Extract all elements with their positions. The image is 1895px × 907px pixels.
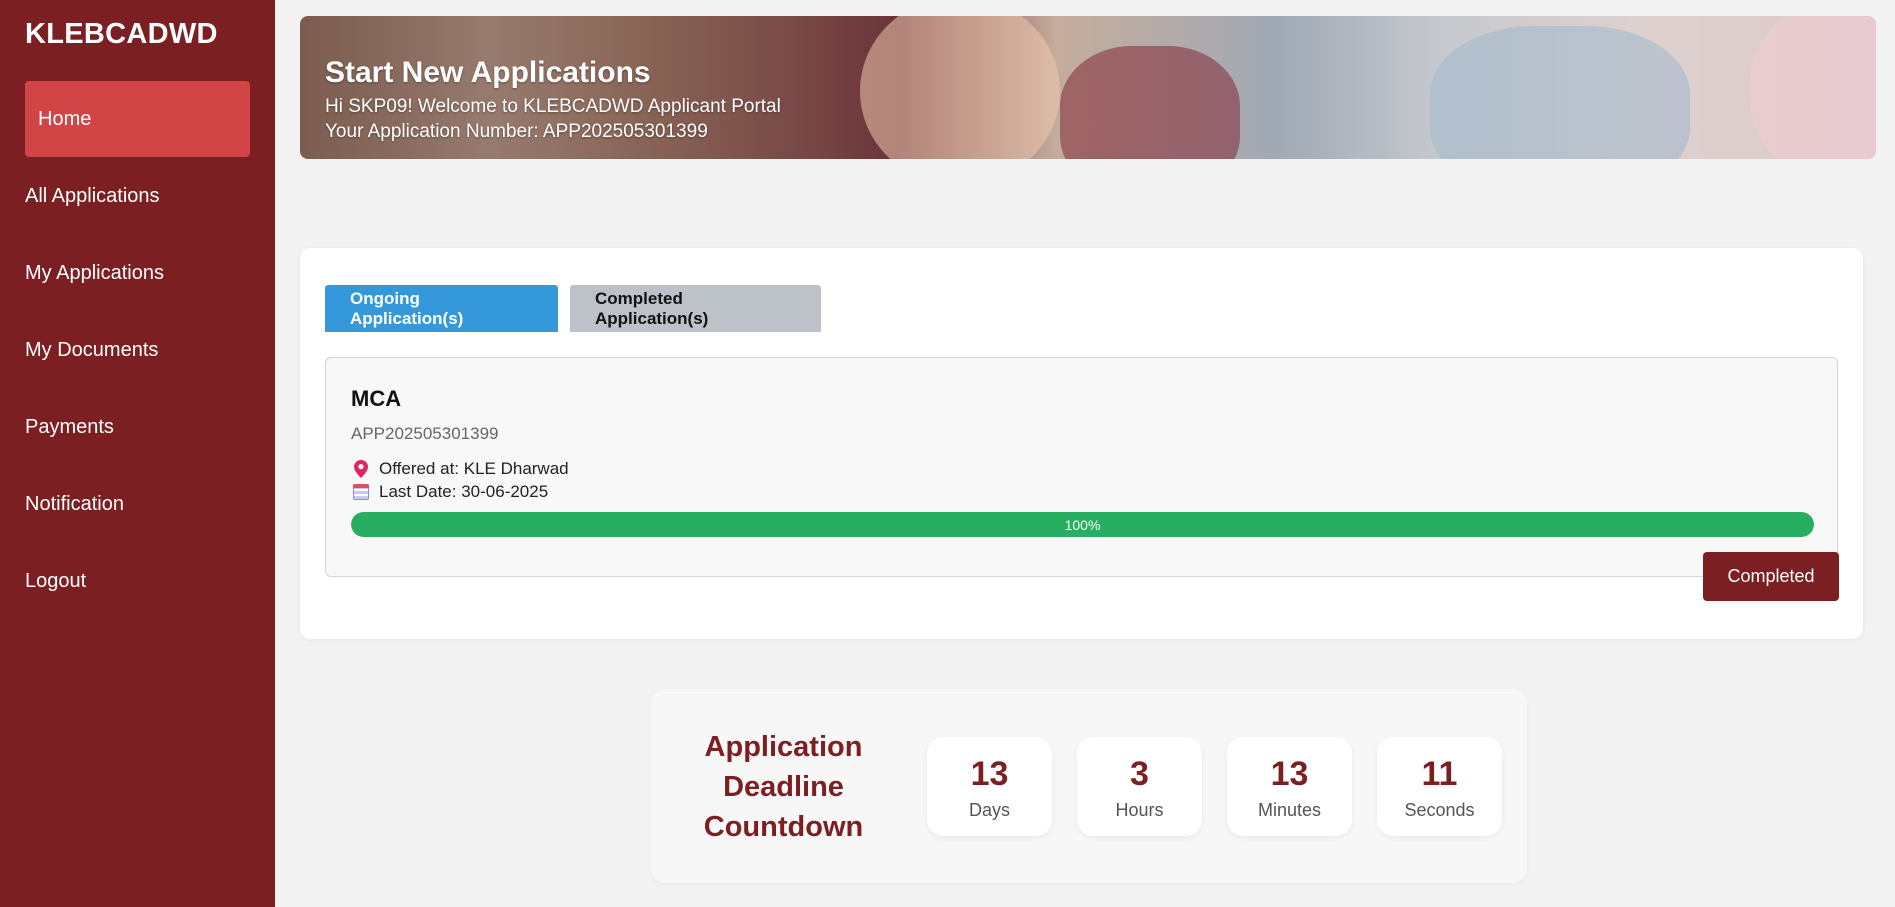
banner-text: Start New Applications Hi SKP09! Welcome… xyxy=(325,56,781,144)
application-tabs: Ongoing Application(s) Completed Applica… xyxy=(325,285,821,332)
sidebar-item-notification[interactable]: Notification xyxy=(25,466,250,542)
offered-at-text: Offered at: KLE Dharwad xyxy=(379,459,569,478)
calendar-icon xyxy=(351,484,371,500)
sidebar-item-all-applications[interactable]: All Applications xyxy=(25,158,250,234)
welcome-message: Hi SKP09! Welcome to KLEBCADWD Applicant… xyxy=(325,96,781,117)
sidebar-item-payments[interactable]: Payments xyxy=(25,389,250,465)
progress-label: 100% xyxy=(1064,516,1101,533)
application-program-name: MCA xyxy=(351,386,402,411)
countdown-hours-label: Hours xyxy=(1115,800,1164,820)
pin-icon xyxy=(351,460,371,478)
countdown-title: Application Deadline Countdown xyxy=(703,731,864,843)
countdown-seconds: 11 Seconds xyxy=(1377,737,1502,836)
application-progress-bar: 100% xyxy=(351,512,1814,537)
banner-photo-shape xyxy=(1430,26,1690,159)
last-date-text: Last Date: 30-06-2025 xyxy=(379,482,549,501)
tab-ongoing-applications[interactable]: Ongoing Application(s) xyxy=(325,285,558,332)
last-date-row: Last Date: 30-06-2025 xyxy=(351,482,548,502)
applications-card: Ongoing Application(s) Completed Applica… xyxy=(300,248,1863,639)
countdown-days: 13 Days xyxy=(927,737,1052,836)
brand-logo-text: KLEBCADWD xyxy=(25,18,218,50)
countdown-seconds-value: 11 xyxy=(1421,755,1458,793)
tab-completed-applications[interactable]: Completed Application(s) xyxy=(570,285,821,332)
countdown-hours-value: 3 xyxy=(1130,755,1149,793)
completed-status-button[interactable]: Completed xyxy=(1703,552,1839,601)
offered-at-row: Offered at: KLE Dharwad xyxy=(351,459,569,479)
countdown-minutes: 13 Minutes xyxy=(1227,737,1352,836)
countdown-seconds-label: Seconds xyxy=(1404,800,1475,820)
banner-title: Start New Applications xyxy=(325,56,651,89)
countdown-minutes-label: Minutes xyxy=(1257,800,1322,820)
application-number: APP202505301399 xyxy=(351,424,499,443)
application-item: MCA APP202505301399 Offered at: KLE Dhar… xyxy=(325,357,1839,601)
sidebar-item-home[interactable]: Home xyxy=(25,81,250,157)
banner-photo-shape xyxy=(1750,16,1876,159)
sidebar-item-my-applications[interactable]: My Applications xyxy=(25,235,250,311)
welcome-banner: Start New Applications Hi SKP09! Welcome… xyxy=(300,16,1876,159)
countdown-hours: 3 Hours xyxy=(1077,737,1202,836)
deadline-countdown: Application Deadline Countdown 13 Days 3… xyxy=(651,689,1527,883)
sidebar-item-logout[interactable]: Logout xyxy=(25,543,250,619)
sidebar-item-my-documents[interactable]: My Documents xyxy=(25,312,250,388)
progress-fill: 100% xyxy=(351,512,1814,537)
application-number-line: Your Application Number: APP202505301399 xyxy=(325,121,708,142)
countdown-minutes-value: 13 xyxy=(1270,755,1309,793)
countdown-days-value: 13 xyxy=(970,755,1009,793)
banner-photo-shape xyxy=(1060,46,1240,159)
sidebar-nav: Home All Applications My Applications My… xyxy=(0,81,275,620)
countdown-days-label: Days xyxy=(968,800,1010,820)
sidebar: KLEBCADWD Home All Applications My Appli… xyxy=(0,0,275,907)
banner-photo-shape xyxy=(860,16,1060,159)
